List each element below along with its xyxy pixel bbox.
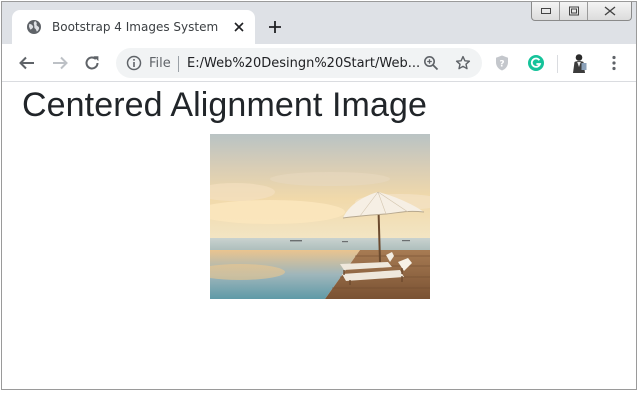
- minimize-icon: [540, 8, 551, 14]
- grammarly-icon[interactable]: [527, 54, 545, 72]
- profile-avatar[interactable]: [569, 52, 589, 74]
- forward-arrow-icon[interactable]: [51, 54, 69, 72]
- browser-toolbar: File E:/Web%20Desingn%20Start/Web... ?: [2, 44, 636, 82]
- beach-umbrella-photo: [210, 134, 430, 299]
- page-heading: Centered Alignment Image: [22, 86, 427, 124]
- address-separator: [178, 56, 179, 72]
- new-tab-icon[interactable]: [267, 19, 283, 35]
- globe-icon: [27, 20, 41, 34]
- shield-extension-icon[interactable]: ?: [493, 54, 511, 72]
- zoom-icon[interactable]: [423, 55, 439, 71]
- page-content: Centered Alignment Image: [2, 82, 636, 389]
- close-window-button[interactable]: [587, 2, 631, 20]
- tab-close-icon[interactable]: [233, 21, 245, 33]
- toolbar-separator: [557, 55, 558, 73]
- address-bar[interactable]: File E:/Web%20Desingn%20Start/Web...: [116, 48, 482, 78]
- active-tab[interactable]: Bootstrap 4 Images System: [12, 10, 255, 44]
- more-menu-icon[interactable]: [605, 54, 623, 72]
- maximize-icon: [568, 6, 579, 16]
- info-icon[interactable]: [126, 55, 142, 71]
- tab-title: Bootstrap 4 Images System: [52, 20, 219, 34]
- svg-text:?: ?: [499, 60, 504, 70]
- minimize-button[interactable]: [532, 2, 559, 20]
- back-arrow-icon[interactable]: [18, 54, 36, 72]
- window-controls: [531, 2, 632, 21]
- url-text[interactable]: E:/Web%20Desingn%20Start/Web...: [187, 56, 420, 71]
- security-label: File: [149, 56, 171, 71]
- close-window-icon: [604, 6, 615, 16]
- reload-icon[interactable]: [83, 54, 101, 72]
- browser-window: Bootstrap 4 Images System File E:/Web%20…: [1, 1, 637, 390]
- tab-strip: Bootstrap 4 Images System: [2, 2, 636, 44]
- star-icon[interactable]: [455, 55, 471, 71]
- maximize-button[interactable]: [559, 2, 587, 20]
